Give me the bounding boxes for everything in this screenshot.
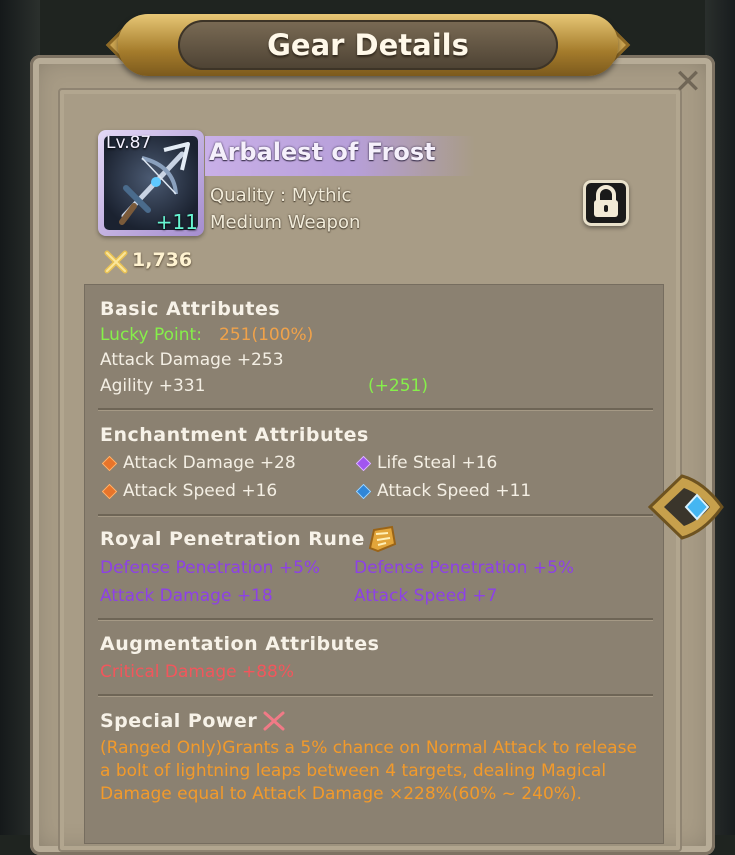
rune-defense-penetration: Defense Penetration +5%	[100, 558, 321, 578]
next-item-arrow[interactable]	[642, 462, 732, 552]
special-power-description: (Ranged Only)Grants a 5% chance on Norma…	[100, 738, 637, 804]
basic-agility: Agility +331	[100, 376, 206, 396]
item-level: Lv.87	[106, 133, 152, 153]
enchant-attack-speed: Attack Speed +16	[123, 481, 278, 501]
rune-header: Royal Penetration Rune	[100, 528, 365, 550]
enchant-attack-damage: Attack Damage +28	[123, 453, 296, 473]
title-banner: Gear Details	[105, 0, 631, 82]
power-value: 1,736	[132, 249, 193, 271]
swords-icon	[263, 711, 285, 731]
lock-icon	[594, 185, 618, 217]
enchantment-header: Enchantment Attributes	[100, 424, 369, 446]
basic-attributes-header: Basic Attributes	[100, 298, 281, 320]
section-divider	[98, 694, 653, 696]
enchant-life-steal: Life Steal +16	[377, 453, 498, 473]
item-type: Medium Weapon	[210, 212, 361, 233]
rune-defense-penetration-2: Defense Penetration +5%	[354, 558, 575, 578]
rune-icon	[368, 525, 397, 553]
lucky-point-label: Lucky Point:	[100, 325, 202, 345]
lock-button[interactable]	[583, 180, 629, 226]
basic-attack-damage: Attack Damage +253	[100, 350, 284, 370]
section-divider	[98, 514, 653, 516]
item-quality: Quality : Mythic	[210, 185, 352, 206]
special-power-header: Special Power	[100, 710, 258, 732]
enhance-level: +11	[155, 210, 198, 234]
rune-attack-damage: Attack Damage +18	[100, 586, 273, 606]
item-name: Arbalest of Frost	[209, 138, 436, 166]
augmentation-header: Augmentation Attributes	[100, 633, 380, 655]
item-icon-frame[interactable]: Lv.87 +11	[98, 130, 204, 236]
crossed-swords-icon	[104, 250, 128, 274]
section-divider	[98, 618, 653, 620]
close-button[interactable]: ✕	[670, 64, 706, 100]
augment-critical-damage: Critical Damage +88%	[100, 662, 295, 682]
section-divider	[98, 408, 653, 410]
enchant-attack-speed-2: Attack Speed +11	[377, 481, 532, 501]
rune-attack-speed: Attack Speed +7	[354, 586, 498, 606]
lucky-point-value: 251(100%)	[219, 325, 314, 345]
agility-bonus: (+251)	[368, 376, 428, 396]
window-title: Gear Details	[267, 28, 469, 62]
